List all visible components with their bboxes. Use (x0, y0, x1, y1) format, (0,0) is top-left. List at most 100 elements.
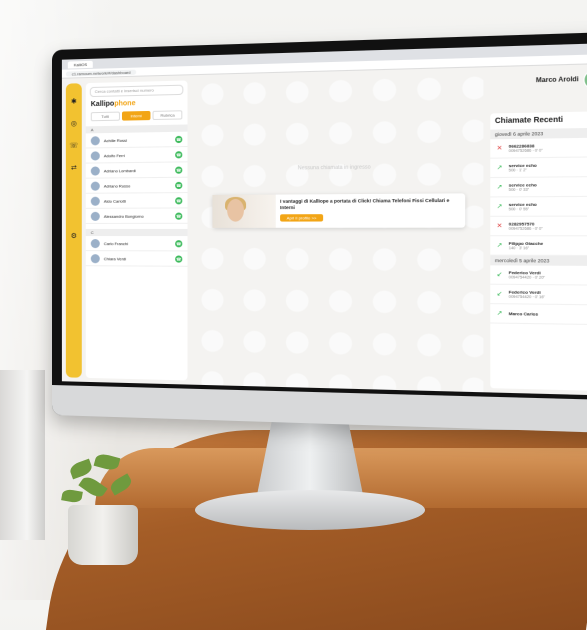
contact-avatar (90, 211, 100, 221)
monitor: KalliOS c1.ramoum.network/#/dashboard ✱ … (52, 31, 587, 434)
call-icon[interactable]: ☎ (175, 212, 183, 220)
recent-call-row[interactable]: ✕02829575700094752686 · 0' 0"10:41 (490, 216, 587, 237)
tab-interni[interactable]: Interni (121, 110, 151, 121)
banner-title: I vantaggi di Kalliope a portata di Clic… (280, 197, 450, 211)
no-call-placeholder: Nessuna chiamata in ingresso (297, 164, 371, 172)
brand-accent: phone (114, 100, 136, 108)
contact-avatar (90, 165, 100, 176)
contact-avatar (90, 150, 100, 161)
contact-name: Adriano Russo (103, 182, 131, 189)
contact-row[interactable]: Adriano Lombardi ☎ (85, 162, 188, 179)
contact-row[interactable]: Aldo Cariotti ☎ (85, 193, 188, 209)
logo-icon: ✱ (70, 98, 77, 106)
nav-rail: ✱ ◎ ☏ ⇄ ⚙ (65, 83, 82, 378)
contact-search-input[interactable]: Cerca contatti e inserisci numero (89, 84, 184, 98)
contacts-panel: Cerca contatti e inserisci numero Kallip… (85, 80, 188, 381)
recent-day-header: mercoledì 5 aprile 2023 (490, 255, 587, 266)
outgoing-call-icon: ↗ (496, 310, 503, 318)
contact-list: A Achille Rossi ☎ Adolfo Ferri ☎ Adriano Lomb… (85, 124, 188, 267)
recent-call-row[interactable]: ↗Filippo Giacche140 · 3' 16"10:18 (490, 236, 587, 257)
recent-call-detail: 140 · 3' 16" (508, 246, 530, 251)
recent-call-info: Marco Carlos (509, 311, 587, 318)
outgoing-call-icon: ↗ (496, 203, 503, 211)
recent-call-info: service echo 500 · 0' 55" (508, 201, 587, 212)
contact-row[interactable]: Achille Rossi ☎ (85, 131, 188, 149)
contact-filter-tabs: Tutti Interni Rubrica (90, 110, 183, 122)
contact-row[interactable]: Alessandro Bongiorno ☎ (85, 208, 188, 224)
recent-call-row[interactable]: ↗service echo500 · 1' 2"10:57 (490, 157, 587, 179)
contact-name: Adriano Lombardi (103, 167, 136, 173)
user-profile[interactable]: Marco Aroldi (535, 69, 587, 91)
contact-avatar (90, 253, 100, 263)
call-icon[interactable]: ☎ (175, 196, 183, 204)
recent-call-info: 0662286838 0094752686 · 0' 0" (509, 142, 587, 153)
contact-name: Achille Rossi (103, 137, 127, 143)
contact-row[interactable]: Adriano Russo ☎ (85, 177, 188, 194)
call-icon[interactable]: ☎ (175, 181, 183, 189)
monitor-stand-base (195, 490, 425, 530)
recent-call-detail: 0094752686 · 0' 0" (508, 226, 543, 231)
promo-banner: I vantaggi di Kalliope a portata di Clic… (212, 193, 466, 228)
contact-name: Adolfo Ferri (103, 152, 125, 158)
recent-call-info: service echo 500 · 0' 33" (509, 182, 587, 192)
tab-tutti[interactable]: Tutti (90, 111, 120, 122)
call-icon[interactable]: ☎ (175, 254, 183, 263)
recent-call-row[interactable]: ✕06622868380094752686 · 0' 0"11:31 (490, 137, 587, 159)
recent-calls-list: giovedì 6 aprile 2023 ✕ 0662286838 00947526… (490, 127, 587, 326)
user-name: Marco Aroldi (535, 76, 579, 85)
recent-call-info: service echo 500 · 1' 2" (509, 162, 587, 172)
recent-call-row[interactable]: ↙Federico Verdi0094754420 · 0' 20"17:06 (490, 265, 587, 286)
missed-call-icon: ✕ (496, 223, 503, 230)
contact-avatar (90, 181, 100, 191)
missed-call-icon: ✕ (496, 145, 503, 153)
call-icon[interactable]: ☎ (175, 135, 183, 143)
contact-row[interactable]: Carlo Franchi ☎ (85, 236, 188, 252)
recent-call-row[interactable]: ↗service echo500 · 0' 55"10:55 (490, 196, 587, 217)
operator-face (227, 198, 244, 222)
recent-call-row[interactable]: ↗Marco Carlos15:25 (490, 304, 587, 326)
incoming-call-icon: ↙ (496, 291, 503, 298)
transfer-icon[interactable]: ⇄ (66, 164, 82, 172)
contact-name: Carlo Franchi (103, 240, 129, 246)
recent-call-info: 0282957570 0094752686 · 0' 0" (509, 221, 587, 231)
vase (0, 370, 45, 540)
recent-call-detail: 500 · 0' 33" (508, 187, 530, 192)
contact-name: Alessandro Bongiorno (103, 213, 144, 219)
outgoing-call-icon: ↗ (496, 242, 503, 250)
contact-row[interactable]: Adolfo Ferri ☎ (85, 147, 188, 164)
recent-call-row[interactable]: ↙Federico Verdi0094754420 · 0' 16"17:03 (490, 284, 587, 306)
contact-name: Aldo Cariotti (103, 198, 126, 204)
recent-call-detail: 500 · 0' 55" (508, 207, 530, 212)
tab-rubrica[interactable]: Rubrica (152, 110, 183, 121)
contact-name: Chiara Verdi (103, 255, 127, 261)
call-area: Nessuna chiamata in ingresso I vantaggi … (191, 66, 484, 393)
phone-icon[interactable]: ☏ (66, 142, 82, 150)
recent-call-detail: 0094754420 · 0' 16" (508, 294, 546, 300)
settings-icon[interactable]: ⚙ (66, 232, 82, 240)
brand-main: Kallipo (90, 100, 115, 109)
banner-text: I vantaggi di Kalliope a portata di Clic… (276, 193, 465, 227)
recent-calls-title: Chiamate Recenti (494, 116, 564, 126)
outgoing-call-icon: ↗ (496, 184, 503, 191)
call-icon[interactable]: ☎ (175, 239, 183, 247)
contact-avatar (90, 238, 100, 248)
recent-calls-panel: Chiamate Recenti giovedì 6 aprile 2023 ✕ 0… (490, 111, 587, 392)
brand-logo: Kallipophone (91, 99, 183, 108)
plant-pot (68, 505, 138, 565)
call-icon[interactable]: ☎ (175, 150, 183, 158)
recent-call-row[interactable]: ↗service echo500 · 0' 33"10:56 (490, 177, 587, 198)
call-icon[interactable]: ☎ (175, 166, 183, 174)
contact-avatar (90, 135, 100, 145)
user-avatar[interactable] (583, 69, 587, 90)
headset-icon[interactable]: ◎ (66, 119, 82, 128)
banner-button[interactable]: Apri il profilo >> (280, 214, 324, 222)
recent-call-info: Filippo Giacche 140 · 3' 16" (509, 241, 587, 251)
recent-call-name: Marco Carlos (508, 310, 539, 317)
outgoing-call-icon: ↗ (496, 165, 503, 172)
recent-call-detail: 0094752686 · 0' 0" (508, 148, 543, 154)
recent-call-info: Federico Verdi 0094754420 · 0' 20" (509, 270, 587, 280)
incoming-call-icon: ↙ (496, 271, 503, 279)
contact-row[interactable]: Chiara Verdi ☎ (85, 251, 188, 267)
recent-call-detail: 0094754420 · 0' 20" (508, 275, 546, 280)
browser-tab[interactable]: KalliOS (67, 60, 94, 69)
